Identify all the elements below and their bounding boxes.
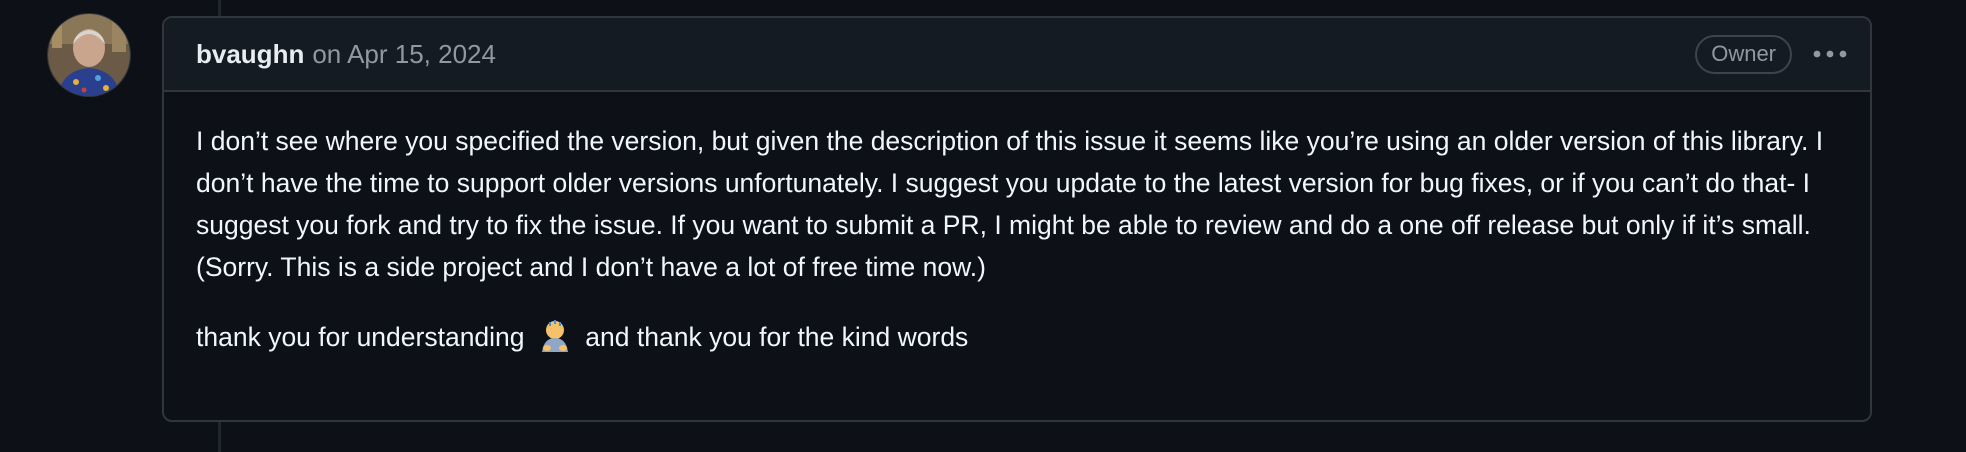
comment-card: bvaughn on Apr 15, 2024 Owner I don’t se…	[162, 16, 1872, 422]
owner-badge: Owner	[1695, 34, 1792, 74]
on-label: on	[312, 38, 342, 69]
comment-date-link[interactable]: Apr 15, 2024	[347, 39, 496, 69]
comment-paragraph: thank you for understanding and thank yo…	[196, 316, 1838, 364]
paragraph-text: thank you for understanding	[196, 322, 525, 352]
author-avatar[interactable]	[48, 14, 130, 96]
comment-body: I don’t see where you specified the vers…	[164, 92, 1870, 364]
header-actions: Owner	[1695, 34, 1850, 74]
comment-paragraph: I don’t see where you specified the vers…	[196, 126, 1824, 282]
bowing-person-emoji-icon	[538, 318, 572, 364]
kebab-horizontal-icon[interactable]	[1810, 36, 1850, 72]
comment-meta: on Apr 15, 2024	[312, 39, 496, 70]
comment-header: bvaughn on Apr 15, 2024 Owner	[164, 18, 1870, 92]
author-link[interactable]: bvaughn	[196, 39, 304, 70]
paragraph-text: and thank you for the kind words	[585, 322, 969, 352]
